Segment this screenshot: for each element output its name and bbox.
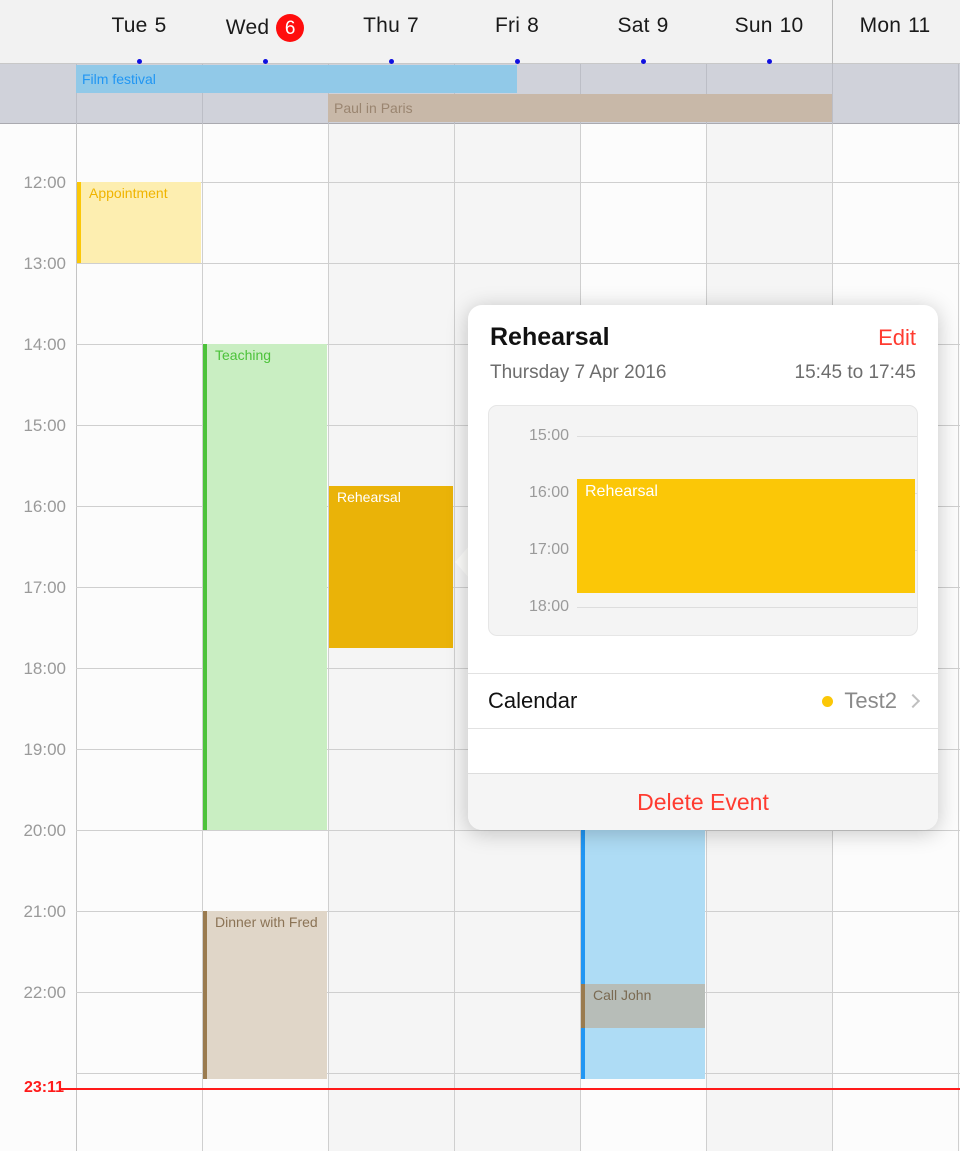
- hour-gridline: [76, 263, 960, 264]
- hour-label: 21:00: [23, 902, 66, 921]
- hour-label: 14:00: [23, 335, 66, 354]
- calendar-event-selected[interactable]: Rehearsal: [329, 485, 453, 648]
- hour-label: 20:00: [23, 821, 66, 840]
- popover-subtitle-row: Thursday 7 Apr 2016 15:45 to 17:45: [490, 362, 916, 384]
- calendar-event-title: Rehearsal: [337, 488, 401, 505]
- day-name: Sat: [617, 14, 650, 37]
- day-header-label: Thu 7: [363, 14, 419, 38]
- today-date-badge: 6: [276, 14, 305, 42]
- calendar-event[interactable]: Appointment: [77, 182, 201, 263]
- day-header-label: Mon 11: [860, 14, 931, 38]
- day-header-fri-8[interactable]: Fri 8: [454, 0, 580, 64]
- hour-label: 13:00: [23, 254, 66, 273]
- day-name: Fri: [495, 14, 521, 37]
- delete-event-button[interactable]: Delete Event: [468, 773, 938, 830]
- allday-event-title: Paul in Paris: [334, 100, 413, 116]
- calendar-selector-row[interactable]: Calendar Test2: [468, 673, 938, 729]
- day-header-mon-11[interactable]: Mon 11: [832, 0, 958, 64]
- hour-label: 19:00: [23, 740, 66, 759]
- popover-header: Rehearsal Edit Thursday 7 Apr 2016 15:45…: [468, 305, 938, 384]
- grid-column-divider: [454, 124, 455, 1151]
- day-header-label: Sun 10: [735, 14, 804, 38]
- mini-hour-label: 16:00: [528, 484, 569, 501]
- calendar-event[interactable]: Call John: [581, 983, 705, 1029]
- day-number: 11: [908, 14, 931, 37]
- day-number: 8: [527, 14, 539, 37]
- hour-label: 16:00: [23, 497, 66, 516]
- current-time-line: [76, 1087, 960, 1090]
- day-number: 10: [779, 14, 804, 37]
- allday-column-divider: [958, 64, 959, 124]
- mini-timeline-event[interactable]: Rehearsal: [577, 478, 915, 593]
- hour-label: 17:00: [23, 578, 66, 597]
- mini-timeline-event-title: Rehearsal: [585, 482, 658, 500]
- allday-event-title: Film festival: [82, 71, 156, 87]
- calendar-event[interactable]: [581, 830, 705, 1080]
- current-time-label: 23:11: [24, 1078, 65, 1096]
- calendar-event-title: Appointment: [89, 185, 168, 201]
- day-number: 7: [406, 14, 419, 37]
- day-header-row: Tue 5 Wed 6 Thu 7 Fri 8 Sat 9 Sun 10 Mon 11: [0, 0, 960, 64]
- calendar-event-title: Teaching: [215, 347, 272, 363]
- day-header-sat-9[interactable]: Sat 9: [580, 0, 706, 64]
- popover-title-row: Rehearsal Edit: [490, 323, 916, 352]
- day-name: Tue: [111, 14, 148, 37]
- day-header-tue-5[interactable]: Tue 5: [76, 0, 202, 64]
- day-header-label: Fri 8: [495, 14, 539, 38]
- chevron-right-icon: [905, 693, 921, 709]
- day-name: Thu: [363, 14, 400, 37]
- day-header-label: Tue 5: [112, 14, 167, 38]
- popover-event-time-range: 15:45 to 17:45: [794, 362, 917, 383]
- calendar-row-value: Test2: [822, 688, 921, 714]
- event-detail-popover: Rehearsal Edit Thursday 7 Apr 2016 15:45…: [468, 305, 938, 830]
- calendar-event-title: Call John: [593, 986, 652, 1003]
- calendar-row-label: Calendar: [488, 688, 578, 713]
- day-number: 5: [154, 14, 167, 37]
- calendar-color-dot-icon: [822, 695, 834, 707]
- time-gutter-divider: [76, 124, 77, 1151]
- mini-hour-label: 17:00: [528, 541, 569, 558]
- header-separator: [832, 0, 833, 64]
- calendar-event[interactable]: Dinner with Fred: [203, 911, 327, 1080]
- day-name: Sun: [734, 14, 773, 37]
- mini-hour-gridline: [577, 607, 917, 608]
- day-name: Wed: [225, 16, 270, 39]
- day-number: 9: [656, 14, 669, 37]
- calendar-name: Test2: [844, 688, 897, 713]
- day-name: Mon: [859, 14, 902, 37]
- popover-mini-timeline[interactable]: 15:00 16:00 17:00 18:00 Rehearsal: [488, 405, 918, 636]
- hour-label: 22:00: [23, 983, 66, 1002]
- hour-label: 12:00: [23, 173, 66, 192]
- popover-event-title: Rehearsal: [490, 323, 610, 351]
- allday-event[interactable]: Film festival: [76, 65, 517, 93]
- hour-label: 15:00: [23, 416, 66, 435]
- all-day-events-band: Film festival Paul in Paris: [0, 64, 960, 124]
- day-header-sun-10[interactable]: Sun 10: [706, 0, 832, 64]
- calendar-week-view: Tue 5 Wed 6 Thu 7 Fri 8 Sat 9 Sun 10 Mon 11 Film fest…: [0, 0, 960, 1151]
- hour-gridline: [76, 830, 960, 831]
- mini-hour-gridline: [577, 436, 917, 437]
- day-header-wed-6[interactable]: Wed 6: [202, 0, 328, 64]
- mini-hour-label: 15:00: [528, 427, 569, 444]
- mini-hour-label: 18:00: [528, 598, 569, 615]
- popover-event-date: Thursday 7 Apr 2016: [490, 362, 667, 383]
- edit-button[interactable]: Edit: [878, 325, 916, 351]
- day-header-thu-7[interactable]: Thu 7: [328, 0, 454, 64]
- allday-event[interactable]: Paul in Paris: [328, 94, 832, 122]
- allday-column-divider: [832, 64, 833, 124]
- day-header-label: Sat 9: [617, 14, 668, 38]
- grid-column-divider: [958, 124, 959, 1151]
- calendar-event-title: Dinner with Fred: [215, 914, 318, 930]
- day-header-label: Wed 6: [225, 14, 305, 42]
- hour-gridline: [76, 182, 960, 183]
- calendar-event[interactable]: Teaching: [203, 344, 327, 830]
- hour-label: 18:00: [23, 659, 66, 678]
